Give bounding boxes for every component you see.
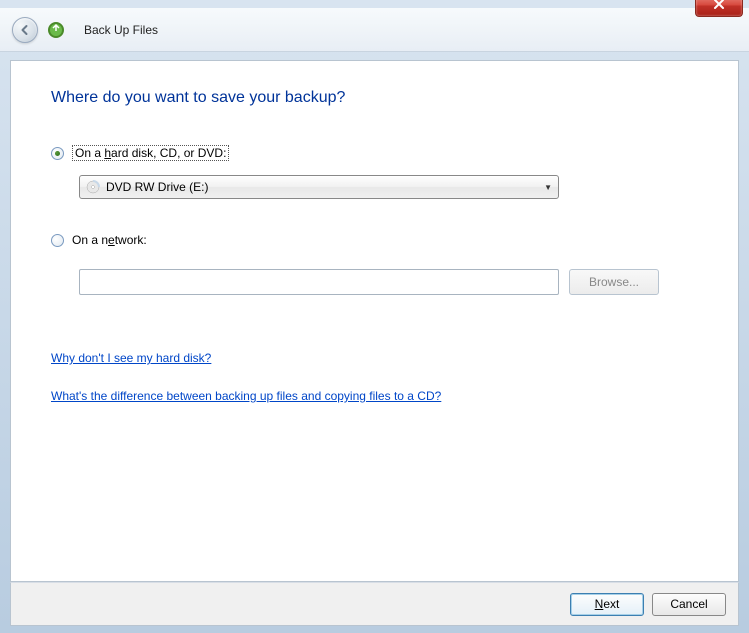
wizard-header: Back Up Files: [0, 8, 749, 52]
back-arrow-icon: [18, 23, 32, 37]
option-network-label: On a network:: [72, 233, 147, 247]
drive-dropdown-value: DVD RW Drive (E:): [106, 180, 540, 194]
option-hard-disk[interactable]: On a hard disk, CD, or DVD:: [51, 145, 698, 161]
network-path-row: Browse...: [79, 269, 698, 295]
network-path-input[interactable]: [79, 269, 559, 295]
close-icon: [713, 0, 725, 9]
option-hard-disk-label: On a hard disk, CD, or DVD:: [72, 145, 229, 161]
browse-button: Browse...: [569, 269, 659, 295]
next-button[interactable]: Next: [570, 593, 644, 616]
link-backup-vs-copy[interactable]: What's the difference between backing up…: [51, 389, 441, 403]
wizard-title: Back Up Files: [84, 23, 158, 37]
option-network[interactable]: On a network:: [51, 233, 698, 247]
radio-hard-disk[interactable]: [51, 147, 64, 160]
page-title: Where do you want to save your backup?: [51, 89, 698, 107]
backup-wizard-icon: [46, 20, 66, 40]
drive-dropdown[interactable]: DVD RW Drive (E:) ▼: [79, 175, 559, 199]
wizard-page: Where do you want to save your backup? O…: [10, 60, 739, 582]
radio-network[interactable]: [51, 234, 64, 247]
wizard-footer: Next Cancel: [10, 582, 739, 626]
cancel-button[interactable]: Cancel: [652, 593, 726, 616]
close-button[interactable]: [695, 0, 743, 17]
link-why-no-disk[interactable]: Why don't I see my hard disk?: [51, 351, 211, 365]
cd-icon: [86, 180, 100, 194]
chevron-down-icon: ▼: [544, 183, 552, 192]
back-button[interactable]: [12, 17, 38, 43]
help-links: Why don't I see my hard disk? What's the…: [51, 351, 698, 427]
title-bar: [0, 0, 749, 8]
